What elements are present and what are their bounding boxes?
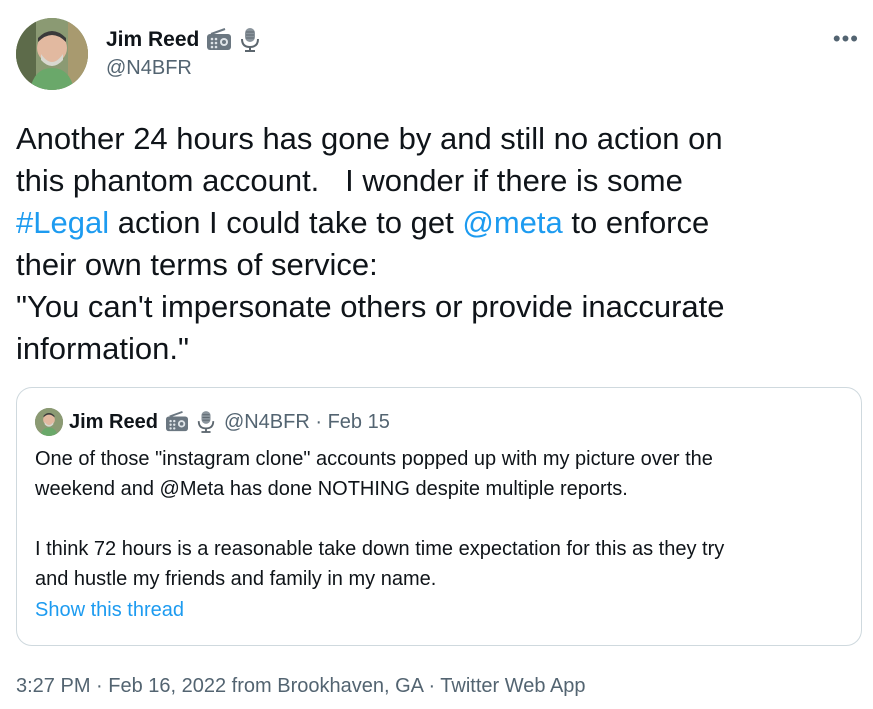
radio-icon [205,28,233,52]
radio-icon [164,411,190,433]
tweet-text: Another 24 hours has gone by and still n… [16,121,725,366]
avatar[interactable] [16,18,88,90]
quote-meta: @N4BFR · Feb 15 [223,410,390,433]
more-options-icon[interactable]: ••• [833,26,859,52]
microphone-icon [239,27,261,53]
quoted-tweet[interactable]: Jim Reed @N4BFR · Feb 15 One of those "i… [16,387,862,646]
microphone-icon [196,410,216,434]
quote-author-name: Jim Reed [69,410,158,433]
hashtag-link[interactable]: #Legal [16,205,109,240]
quote-avatar [35,408,63,436]
show-thread-link[interactable]: Show this thread [35,599,184,622]
author-name[interactable]: Jim Reed [106,28,199,52]
quote-text: One of those "instagram clone" accounts … [35,448,725,590]
tweet-timestamp[interactable]: 3:27 PM · Feb 16, 2022 from Brookhaven, … [16,675,586,698]
mention-link[interactable]: @meta [462,205,562,240]
author-handle[interactable]: @N4BFR [106,57,192,80]
